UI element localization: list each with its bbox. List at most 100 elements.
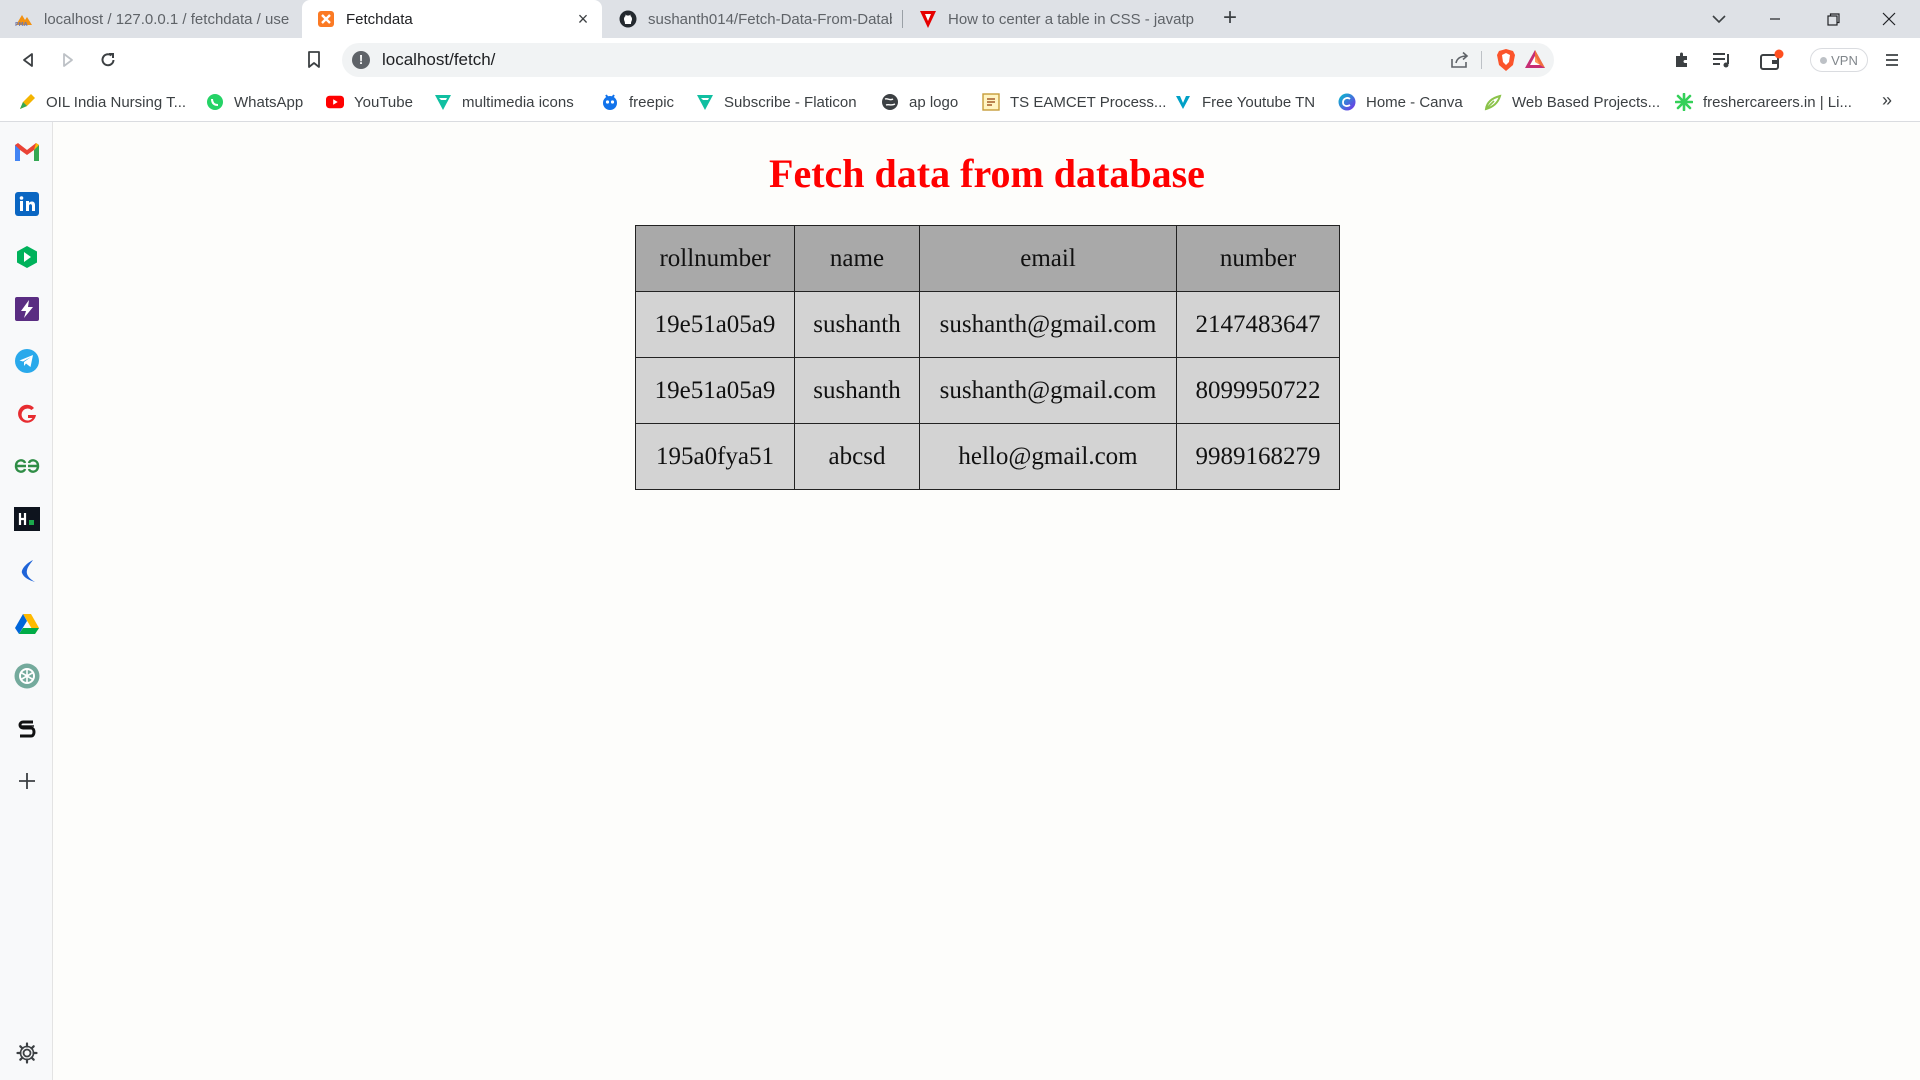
page-content: Fetch data from database rollnumber name… xyxy=(54,122,1920,1080)
table-header-row: rollnumber name email number xyxy=(635,225,1340,292)
cell-number: 8099950722 xyxy=(1176,357,1340,424)
freepik-icon xyxy=(601,93,619,111)
tab-fetchdata[interactable]: Fetchdata × xyxy=(302,0,602,38)
bookmark-subscribe-flaticon[interactable]: Subscribe - Flaticon xyxy=(696,91,857,113)
table-row: 19e51a05a9 sushanth sushanth@gmail.com 8… xyxy=(635,357,1340,424)
flaticon-icon xyxy=(696,93,714,111)
close-icon[interactable]: × xyxy=(574,10,592,28)
tab-github[interactable]: sushanth014/Fetch-Data-From-Database xyxy=(604,0,902,38)
tab-search-button[interactable] xyxy=(1696,0,1742,38)
bookmark-freshercareers[interactable]: freshercareers.in | Li... xyxy=(1675,91,1852,113)
extensions-button[interactable] xyxy=(1666,44,1698,76)
settings-icon[interactable] xyxy=(13,1039,41,1067)
svg-text:PMA: PMA xyxy=(15,22,28,27)
youtube-icon xyxy=(326,93,344,111)
tab-javatpoint[interactable]: How to center a table in CSS - javatpoin… xyxy=(904,0,1204,38)
forward-button[interactable] xyxy=(52,44,84,76)
kite-icon[interactable] xyxy=(13,557,41,585)
reload-button[interactable] xyxy=(92,44,124,76)
bookmark-ts-eamcet[interactable]: TS EAMCET Process... xyxy=(982,91,1166,113)
canva-icon xyxy=(1338,93,1356,111)
info-icon[interactable]: ! xyxy=(352,51,370,69)
puzzle-icon xyxy=(1676,52,1687,67)
hamburger-menu-icon xyxy=(1886,54,1898,66)
gaana-icon[interactable] xyxy=(13,400,41,428)
phpmyadmin-icon: PMA xyxy=(14,9,34,29)
new-tab-button[interactable]: + xyxy=(1216,5,1244,33)
cell-rollnumber: 19e51a05a9 xyxy=(635,291,795,358)
page-title: Fetch data from database xyxy=(769,151,1205,196)
bookmark-web-based-projects[interactable]: Web Based Projects... xyxy=(1484,91,1660,113)
cell-name: sushanth xyxy=(794,291,920,358)
bookmarks-bar: OIL India Nursing T... WhatsApp YouTube … xyxy=(0,82,1920,122)
back-button[interactable] xyxy=(12,44,44,76)
forward-arrow-icon xyxy=(63,53,73,67)
cell-email: hello@gmail.com xyxy=(919,423,1177,490)
cell-name: sushanth xyxy=(794,357,920,424)
bookmarks-overflow-button[interactable]: » xyxy=(1882,90,1892,111)
restore-icon xyxy=(1826,12,1840,26)
column-header-name: name xyxy=(794,225,920,292)
whatsapp-icon xyxy=(206,93,224,111)
minimize-icon xyxy=(1770,18,1780,20)
vidiq-icon xyxy=(1174,93,1192,111)
brave-shields-icon[interactable] xyxy=(1496,48,1516,77)
telegram-icon[interactable] xyxy=(13,347,41,375)
table-row: 195a0fya51 abcsd hello@gmail.com 9989168… xyxy=(635,423,1340,490)
brave-rewards-icon[interactable] xyxy=(1524,49,1546,74)
bookmark-icon xyxy=(308,51,320,68)
bookmark-youtube[interactable]: YouTube xyxy=(326,91,413,113)
playlist-icon xyxy=(1713,53,1729,68)
omnibox-divider xyxy=(1481,51,1482,69)
address-bar[interactable]: ! localhost/fetch/ xyxy=(342,43,1554,77)
vpn-button[interactable]: VPN xyxy=(1810,48,1868,72)
bookmark-home-canva[interactable]: Home - Canva xyxy=(1338,91,1463,113)
google-drive-icon[interactable] xyxy=(13,610,41,638)
tab-strip: PMA localhost / 127.0.0.1 / fetchdata / … xyxy=(0,0,1920,38)
gmail-icon[interactable] xyxy=(13,138,41,166)
reload-icon xyxy=(101,53,115,67)
bookmark-ap-logo[interactable]: ap logo xyxy=(881,91,958,113)
bookmark-freepic[interactable]: freepic xyxy=(601,91,674,113)
close-icon xyxy=(1882,12,1896,26)
playlist-button[interactable] xyxy=(1706,44,1738,76)
close-window-button[interactable] xyxy=(1866,0,1912,38)
bookmark-oil-india[interactable]: OIL India Nursing T... xyxy=(18,91,186,113)
url-text[interactable]: localhost/fetch/ xyxy=(382,50,495,70)
hike-icon[interactable] xyxy=(13,243,41,271)
toolbar: ! localhost/fetch/ VPN xyxy=(0,38,1920,82)
cell-number: 9989168279 xyxy=(1176,423,1340,490)
document-icon xyxy=(982,93,1000,111)
bookmark-free-youtube-tn[interactable]: Free Youtube TN xyxy=(1174,91,1315,113)
bookmark-multimedia-icons[interactable]: multimedia icons xyxy=(434,91,574,113)
zap-icon[interactable] xyxy=(13,295,41,323)
restore-button[interactable] xyxy=(1810,0,1856,38)
hackerrank-icon[interactable] xyxy=(13,505,41,533)
flaticon-icon xyxy=(434,93,452,111)
table-row: 19e51a05a9 sushanth sushanth@gmail.com 2… xyxy=(635,291,1340,358)
column-header-email: email xyxy=(919,225,1177,292)
geeksforgeeks-icon[interactable] xyxy=(13,452,41,480)
linkedin-icon[interactable] xyxy=(13,190,41,218)
bookmark-button[interactable] xyxy=(298,44,330,76)
chatgpt-icon[interactable] xyxy=(13,662,41,690)
cell-rollnumber: 19e51a05a9 xyxy=(635,357,795,424)
tab-separator xyxy=(902,10,903,28)
cell-number: 2147483647 xyxy=(1176,291,1340,358)
s-icon[interactable] xyxy=(13,715,41,743)
globe-icon xyxy=(881,93,899,111)
cell-email: sushanth@gmail.com xyxy=(919,357,1177,424)
share-icon[interactable] xyxy=(1450,51,1470,74)
github-icon xyxy=(618,9,638,29)
wallet-button[interactable] xyxy=(1756,44,1788,76)
cell-name: abcsd xyxy=(794,423,920,490)
bookmark-whatsapp[interactable]: WhatsApp xyxy=(206,91,303,113)
minimize-button[interactable] xyxy=(1752,0,1798,38)
javatpoint-icon xyxy=(918,9,938,29)
add-icon[interactable] xyxy=(13,767,41,795)
cell-rollnumber: 195a0fya51 xyxy=(635,423,795,490)
chevron-down-icon xyxy=(1712,15,1726,24)
cell-email: sushanth@gmail.com xyxy=(919,291,1177,358)
menu-button[interactable] xyxy=(1876,44,1908,76)
tab-phpmyadmin[interactable]: PMA localhost / 127.0.0.1 / fetchdata / … xyxy=(0,0,300,38)
